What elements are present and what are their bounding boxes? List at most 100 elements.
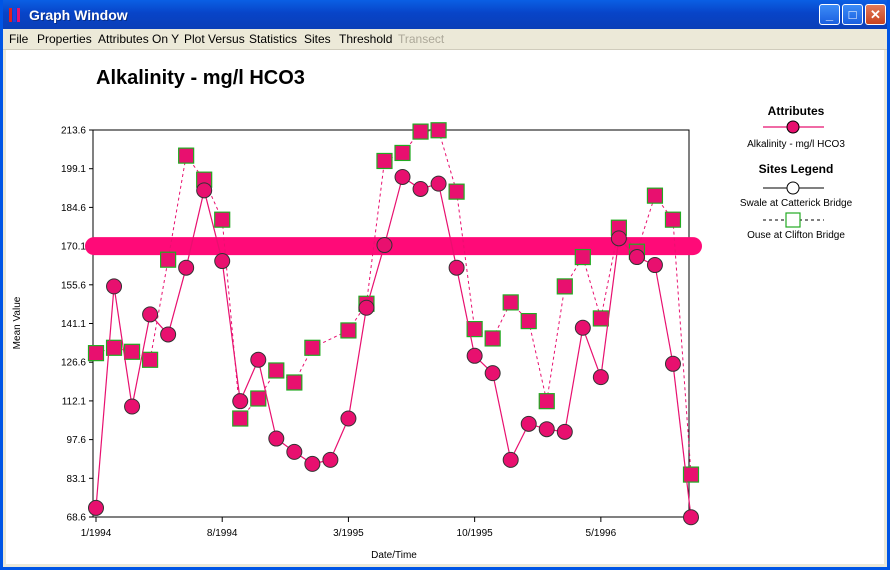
series-swale-point xyxy=(304,455,321,472)
menu-attributes-on-y[interactable]: Attributes On Y xyxy=(98,32,179,46)
series-ouse-point xyxy=(376,152,393,170)
series-ouse-point xyxy=(232,410,249,427)
app-icon xyxy=(9,8,23,22)
series-ouse-point xyxy=(574,248,591,266)
series-swale-point xyxy=(358,299,375,316)
x-tick-label: 5/1996 xyxy=(586,528,617,539)
series-ouse-point xyxy=(448,183,465,200)
series-ouse-point xyxy=(394,144,411,162)
series-swale-point xyxy=(520,415,537,432)
x-tick-label: 3/1995 xyxy=(333,528,364,539)
series-ouse-point xyxy=(123,343,141,360)
series-swale-point xyxy=(232,393,249,410)
series-ouse-point xyxy=(664,211,682,228)
menu-file[interactable]: File xyxy=(9,32,28,46)
x-tick-label: 8/1994 xyxy=(207,528,238,539)
series-ouse-point xyxy=(592,310,609,327)
series-swale-point xyxy=(268,430,285,447)
series-swale-point xyxy=(178,259,195,276)
series-swale-point xyxy=(322,451,339,468)
menu-sites[interactable]: Sites xyxy=(304,32,331,46)
series-ouse-point xyxy=(538,393,555,410)
series-swale-point xyxy=(340,410,357,427)
series-swale-point xyxy=(430,175,447,192)
series-swale-point xyxy=(664,355,681,372)
y-tick-label: 184.6 xyxy=(61,203,86,214)
y-tick-label: 213.6 xyxy=(61,126,86,137)
series-swale-point xyxy=(412,180,429,197)
series-swale-point xyxy=(448,259,465,276)
menu-properties[interactable]: Properties xyxy=(37,32,92,46)
maximize-button[interactable]: □ xyxy=(842,4,863,25)
x-axis: 1/1994 8/1994 3/1995 10/1995 5/1996 xyxy=(81,517,617,539)
minimize-button[interactable]: _ xyxy=(819,4,840,25)
series-ouse-point xyxy=(268,362,285,379)
series-ouse-point xyxy=(178,147,195,164)
chart-title: Alkalinity - mg/l HCO3 xyxy=(96,67,305,89)
y-axis: 213.6 199.1 184.6 170.1 155.6 141.1 126.6 112.1… xyxy=(61,126,93,524)
series-swale-point xyxy=(574,319,591,336)
x-tick-label: 1/1994 xyxy=(81,528,112,539)
series-swale-point xyxy=(250,351,267,368)
legend-site2-label: Ouse at Clifton Bridge xyxy=(747,230,845,241)
x-tick-label: 10/1995 xyxy=(457,528,494,539)
series-ouse-point xyxy=(250,390,267,407)
series-swale-point xyxy=(124,398,141,415)
series-swale-point xyxy=(214,253,231,270)
chart: Alkalinity - mg/l HCO3 213.6 199.1 184.6 17… xyxy=(12,67,853,561)
series-ouse-point xyxy=(556,278,573,295)
close-button[interactable]: ✕ xyxy=(865,4,886,25)
series-ouse-point xyxy=(160,251,177,268)
series-swale-point xyxy=(88,499,104,516)
series-swale-point xyxy=(106,278,123,295)
y-tick-label: 68.6 xyxy=(67,513,87,524)
legend-attribute-marker xyxy=(786,120,800,134)
window-title: Graph Window xyxy=(29,7,128,23)
series-ouse-point xyxy=(304,339,321,356)
menu-bar: File Properties Attributes On Y Plot Ver… xyxy=(3,29,887,50)
legend-site1-marker xyxy=(786,181,800,195)
y-tick-label: 155.6 xyxy=(61,280,86,291)
graph-area: Alkalinity - mg/l HCO3 213.6 199.1 184.6 17… xyxy=(6,50,884,564)
series-swale-point xyxy=(538,421,555,438)
series-ouse-point xyxy=(340,322,357,339)
y-tick-label: 141.1 xyxy=(61,319,86,330)
y-tick-label: 170.1 xyxy=(61,242,86,253)
menu-statistics[interactable]: Statistics xyxy=(249,32,297,46)
menu-transect: Transect xyxy=(398,32,445,46)
series-ouse-point xyxy=(286,374,303,391)
legend-site1-label: Swale at Catterick Bridge xyxy=(740,198,853,209)
series-swale-point xyxy=(376,237,393,254)
y-tick-label: 97.6 xyxy=(67,435,87,446)
series-swale-point xyxy=(466,347,483,364)
series-swale-point xyxy=(610,230,627,247)
menu-plot-versus[interactable]: Plot Versus xyxy=(184,32,245,46)
series-ouse-point xyxy=(412,123,429,140)
series-swale-point xyxy=(286,443,303,460)
y-tick-label: 199.1 xyxy=(61,164,86,175)
graph-window: Graph Window _ □ ✕ File Properties Attri… xyxy=(0,0,890,570)
series-swale-point xyxy=(484,365,501,382)
legend-attribute-label: Alkalinity - mg/l HCO3 xyxy=(747,139,845,150)
series-ouse-point xyxy=(502,294,519,311)
y-axis-label: Mean Value xyxy=(12,296,23,349)
legend: Attributes Alkalinity - mg/l HCO3 Sites … xyxy=(740,104,853,241)
legend-attributes-title: Attributes xyxy=(768,104,825,118)
y-tick-label: 112.1 xyxy=(62,396,87,407)
series-ouse-point xyxy=(646,187,664,204)
series-swale-point xyxy=(142,306,159,323)
legend-site2-marker xyxy=(785,212,801,228)
series-ouse-point xyxy=(87,345,105,362)
series-swale-point xyxy=(628,249,645,266)
series-swale-point xyxy=(683,509,699,526)
series-ouse-point xyxy=(484,330,501,347)
series-swale-point xyxy=(394,168,411,185)
series-ouse-point xyxy=(520,312,537,330)
menu-threshold[interactable]: Threshold xyxy=(339,32,392,46)
series-swale-point xyxy=(556,423,573,440)
series-ouse-point xyxy=(430,122,447,139)
x-axis-label: Date/Time xyxy=(371,550,417,561)
title-bar[interactable]: Graph Window _ □ ✕ xyxy=(3,0,887,29)
series-swale-point xyxy=(592,369,609,386)
y-tick-label: 83.1 xyxy=(67,474,87,485)
